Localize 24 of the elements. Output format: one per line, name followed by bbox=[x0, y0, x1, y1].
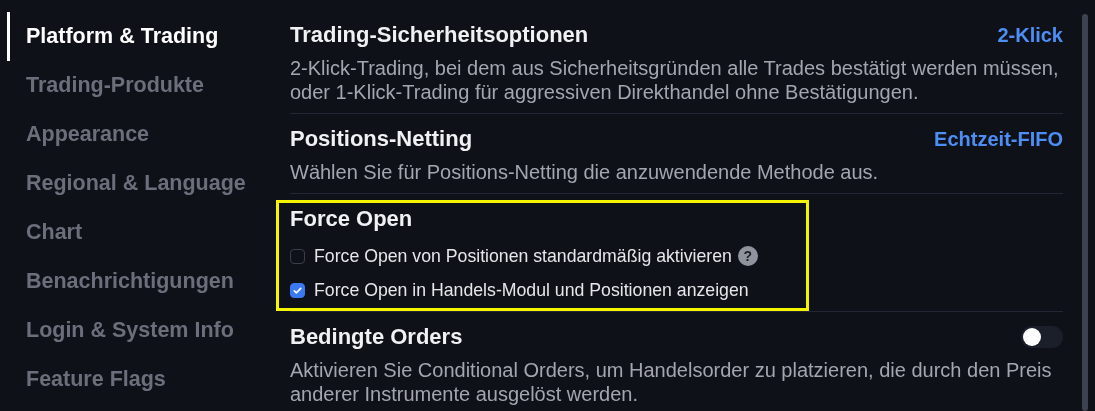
sidebar-item[interactable]: Chart bbox=[7, 208, 270, 257]
scrollbar-thumb[interactable] bbox=[1082, 14, 1088, 411]
checkbox[interactable] bbox=[290, 248, 305, 264]
value-link[interactable]: Echtzeit-FIFO bbox=[934, 127, 1063, 151]
toggle-switch[interactable] bbox=[1021, 326, 1063, 348]
sidebar-item[interactable]: Regional & Language bbox=[7, 159, 270, 208]
section-description: Aktivieren Sie Conditional Orders, um Handelsorder zu platzieren, die durch den Preis anderer Instrumente ausgelöst werden. bbox=[290, 358, 1053, 406]
value-link[interactable]: 2-Klick bbox=[997, 23, 1063, 47]
section-description: 2-Klick-Trading, bei dem aus Sicherheitsgründen alle Trades bestätigt werden müssen, oder 1-Klick-Trading für aggressiven Direkthandel ohne Bestätigungen. bbox=[290, 56, 1060, 104]
sidebar-item[interactable]: Appearance bbox=[7, 110, 270, 159]
checkbox[interactable] bbox=[290, 282, 305, 298]
sidebar-item[interactable]: Login & System Info bbox=[7, 306, 270, 355]
section-title: Trading-Sicherheitsoptionen bbox=[290, 22, 589, 48]
section-title: Bedingte Orders bbox=[290, 324, 463, 350]
section-description: Wählen Sie für Positions-Netting die anzuwendende Methode aus. bbox=[290, 160, 880, 184]
section-title: Force Open bbox=[290, 206, 413, 232]
sidebar-item[interactable]: Feature Flags bbox=[7, 355, 270, 404]
sidebar-item[interactable]: Platform & Trading bbox=[7, 12, 270, 61]
sidebar-item[interactable]: Trading-Produkte bbox=[7, 61, 270, 110]
sidebar-item[interactable]: Benachrichtigungen bbox=[7, 257, 270, 306]
checkbox-label[interactable]: Force Open in Handels-Modul und Positionen anzeigen bbox=[314, 279, 749, 301]
checkbox-label[interactable]: Force Open von Positionen standardmäßig aktivieren bbox=[314, 245, 732, 267]
help-icon[interactable]: ? bbox=[737, 246, 758, 266]
section-title: Positions-Netting bbox=[290, 126, 473, 152]
